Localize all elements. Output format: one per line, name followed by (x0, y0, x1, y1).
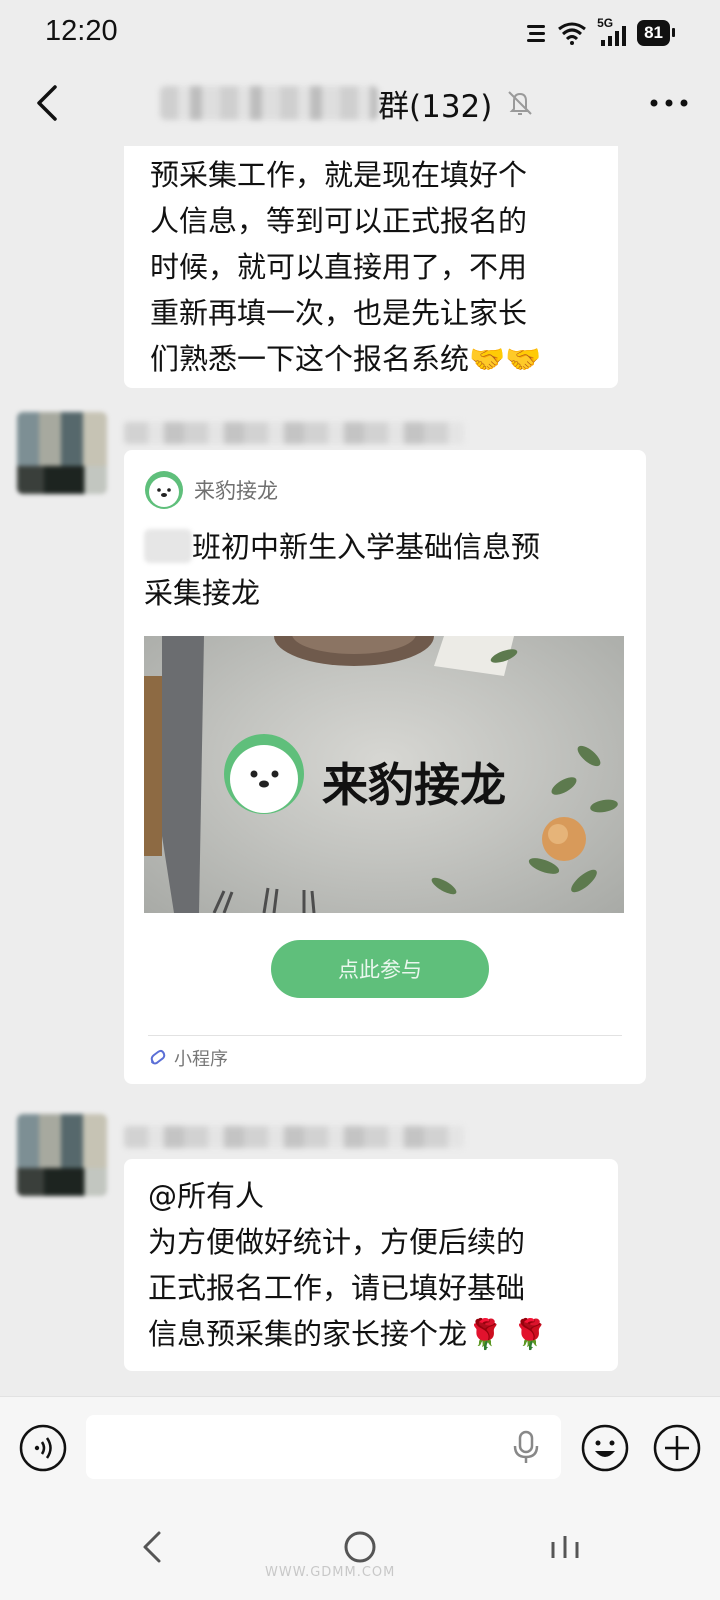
card-header: 来豹接龙 (144, 470, 278, 510)
mic-button[interactable] (506, 1427, 546, 1467)
sender-name-redacted (124, 422, 464, 444)
plus-button[interactable] (652, 1423, 702, 1473)
message-line: 时候，就可以直接用了，不用 (150, 250, 528, 284)
voice-button[interactable] (18, 1423, 68, 1473)
message-line: 为方便做好统计，方便后续的 (148, 1225, 526, 1259)
seal-logo-icon (145, 471, 183, 509)
message-list[interactable]: 预采集工作，就是现在填好个 人信息，等到可以正式报名的 时候，就可以直接用了，不… (0, 146, 720, 1396)
chevron-left-icon (143, 1531, 161, 1563)
status-bar: 12:20 5G 81 (0, 0, 720, 66)
voice-icon (19, 1424, 67, 1472)
plus-icon (653, 1424, 701, 1472)
notification-icon (527, 25, 546, 42)
banner-brand-text: 来豹接龙 (322, 758, 506, 812)
mini-program-label: 小程序 (174, 1049, 228, 1070)
message-line: 重新再填一次，也是先让家长 (150, 296, 528, 330)
card-title: 班初中新生入学基础信息预 采集接龙 (144, 524, 540, 616)
chat-title[interactable]: 群(132) (160, 78, 534, 128)
avatar[interactable] (17, 1114, 107, 1196)
recents-icon (551, 1536, 579, 1558)
input-bar (0, 1396, 720, 1496)
mini-program-icon (150, 1049, 166, 1065)
wifi-icon (558, 22, 586, 45)
system-recents-button[interactable] (535, 1522, 595, 1572)
status-time: 12:20 (45, 15, 118, 47)
chevron-left-icon (37, 85, 57, 121)
chat-title-text: 群(132) (378, 88, 493, 125)
message-input[interactable] (86, 1415, 561, 1479)
message-line: 们熟悉一下这个报名系统🤝🤝 (150, 342, 542, 376)
card-app-name: 来豹接龙 (194, 479, 278, 503)
join-button[interactable]: 点此参与 (271, 940, 489, 998)
home-circle-icon (344, 1531, 376, 1563)
card-title-line2: 采集接龙 (144, 576, 261, 610)
mic-icon (513, 1430, 539, 1463)
message-text: 预采集工作，就是现在填好个 人信息，等到可以正式报名的 时候，就可以直接用了，不… (150, 152, 541, 382)
message-bubble[interactable]: @所有人 为方便做好统计，方便后续的 正式报名工作，请已填好基础 信息预采集的家… (124, 1159, 618, 1371)
title-redacted (144, 529, 192, 563)
more-button[interactable] (646, 88, 692, 118)
message-line: 人信息，等到可以正式报名的 (150, 204, 528, 238)
title-redacted (160, 86, 378, 120)
message-line: 预采集工作，就是现在填好个 (150, 158, 528, 192)
system-nav-bar (0, 1496, 720, 1600)
message-text: @所有人 为方便做好统计，方便后续的 正式报名工作，请已填好基础 信息预采集的家… (148, 1173, 548, 1357)
card-footer: 小程序 (148, 1044, 228, 1072)
more-dots-icon (650, 99, 688, 107)
message-line: @所有人 (148, 1179, 265, 1213)
battery-indicator: 81 (637, 20, 675, 46)
watermark: WWW.GDMM.COM (265, 1565, 396, 1580)
chat-header: 群(132) (0, 66, 720, 146)
status-icons: 5G 81 (525, 16, 675, 50)
system-back-button[interactable] (122, 1522, 182, 1572)
emoji-button[interactable] (580, 1423, 630, 1473)
message-line: 正式报名工作，请已填好基础 (148, 1271, 526, 1305)
card-divider (148, 1035, 622, 1036)
bell-off-icon (508, 91, 533, 115)
back-button[interactable] (22, 78, 72, 128)
emoji-icon (581, 1424, 629, 1472)
signal-icon: 5G (597, 16, 627, 48)
card-banner-image[interactable]: 来豹接龙 (144, 636, 624, 913)
sender-name-redacted (124, 1126, 464, 1148)
message-line: 信息预采集的家长接个龙🌹 🌹 (148, 1317, 549, 1351)
message-bubble[interactable]: 预采集工作，就是现在填好个 人信息，等到可以正式报名的 时候，就可以直接用了，不… (124, 146, 618, 388)
avatar[interactable] (17, 412, 107, 494)
mini-program-card[interactable]: 来豹接龙 班初中新生入学基础信息预 采集接龙 来豹接龙 点此参与 小程序 (124, 450, 646, 1084)
card-title-line1: 班初中新生入学基础信息预 (192, 530, 541, 564)
